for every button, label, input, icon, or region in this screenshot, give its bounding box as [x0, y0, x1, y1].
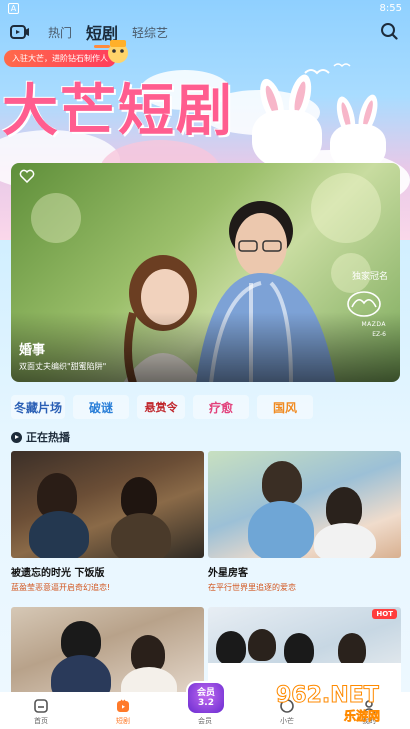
category-bounty[interactable]: 悬赏令 — [137, 395, 185, 419]
now-playing-header: 正在热播 — [11, 429, 70, 445]
mazda-logo-icon — [347, 291, 381, 317]
tab-hot[interactable]: 热门 — [48, 24, 72, 41]
drama-thumbnail — [208, 451, 401, 558]
drama-card[interactable] — [11, 607, 204, 702]
birds-decoration — [304, 63, 351, 75]
search-icon[interactable] — [380, 22, 398, 40]
hot-badge: HOT — [372, 609, 397, 619]
nav-short-drama[interactable]: 短剧 — [93, 698, 153, 726]
category-mystery[interactable]: 破谜 — [73, 395, 129, 419]
drama-name: 被遗忘的时光 下饭版 — [11, 568, 105, 579]
drama-grid: 被遗忘的时光 下饭版 蓝盈莹恶意逼开启奇幻追恋! 外星房客 在平行世界里追逐的爱… — [11, 451, 401, 702]
category-row: 冬藏片场 破谜 悬赏令 疗愈 国风 — [11, 395, 401, 419]
video-camera-icon[interactable] — [10, 24, 30, 40]
sponsor-brand: MAZDA — [361, 321, 386, 328]
watermark-text: 乐游网 — [344, 709, 381, 724]
drama-name: 外星房客 — [208, 568, 248, 579]
home-icon — [34, 699, 48, 713]
top-navigation: 热门 短剧 轻综艺 — [0, 18, 410, 48]
status-bar: A 8:55 — [0, 0, 410, 16]
short-drama-icon — [117, 699, 129, 712]
drama-desc: 在平行世界里追逐的爱恋 — [208, 583, 296, 592]
tab-light-variety[interactable]: 轻综艺 — [132, 24, 168, 41]
category-healing[interactable]: 疗愈 — [193, 395, 249, 419]
featured-drama-banner[interactable]: 婚事 双面丈夫编织"甜蜜陷阱" 独家冠名 MAZDA EZ-6 — [11, 163, 400, 382]
favorite-heart-icon[interactable] — [19, 169, 35, 183]
sponsor-label: 独家冠名 — [351, 272, 388, 282]
banner-title: 婚事 — [19, 343, 46, 358]
section-title: 正在热播 — [26, 431, 70, 444]
drama-thumbnail — [11, 607, 204, 702]
watermark-number: 962.NET — [276, 683, 380, 709]
drama-desc: 蓝盈莹恶意逼开启奇幻追恋! — [11, 583, 111, 592]
play-circle-icon — [11, 431, 22, 443]
mascot-icon — [108, 40, 128, 63]
sponsor-model: EZ-6 — [372, 331, 386, 338]
status-app-icon: A — [8, 2, 19, 14]
vip-promo-badge[interactable]: 会员 3.2 — [186, 681, 226, 715]
drama-card[interactable]: 外星房客 在平行世界里追逐的爱恋 — [208, 451, 401, 593]
banner-subtitle: 双面丈夫编织"甜蜜陷阱" — [19, 362, 107, 371]
nav-home[interactable]: 首页 — [11, 698, 71, 726]
creator-promo-chip[interactable]: 入驻大芒，进阶钻石制作人 — [4, 50, 116, 67]
drama-thumbnail — [11, 451, 204, 558]
status-time: 8:55 — [379, 2, 402, 14]
nav-vip-label: 会员 — [198, 717, 212, 725]
hero-title: 大芒短剧 — [2, 78, 234, 144]
category-national-style[interactable]: 国风 — [257, 395, 313, 419]
drama-card[interactable]: 被遗忘的时光 下饭版 蓝盈莹恶意逼开启奇幻追恋! — [11, 451, 204, 593]
category-winter-set[interactable]: 冬藏片场 — [11, 395, 65, 419]
nav-short-drama-label: 短剧 — [116, 717, 130, 725]
site-watermark: 962.NET 乐游网 — [274, 683, 404, 724]
nav-home-label: 首页 — [34, 717, 48, 725]
